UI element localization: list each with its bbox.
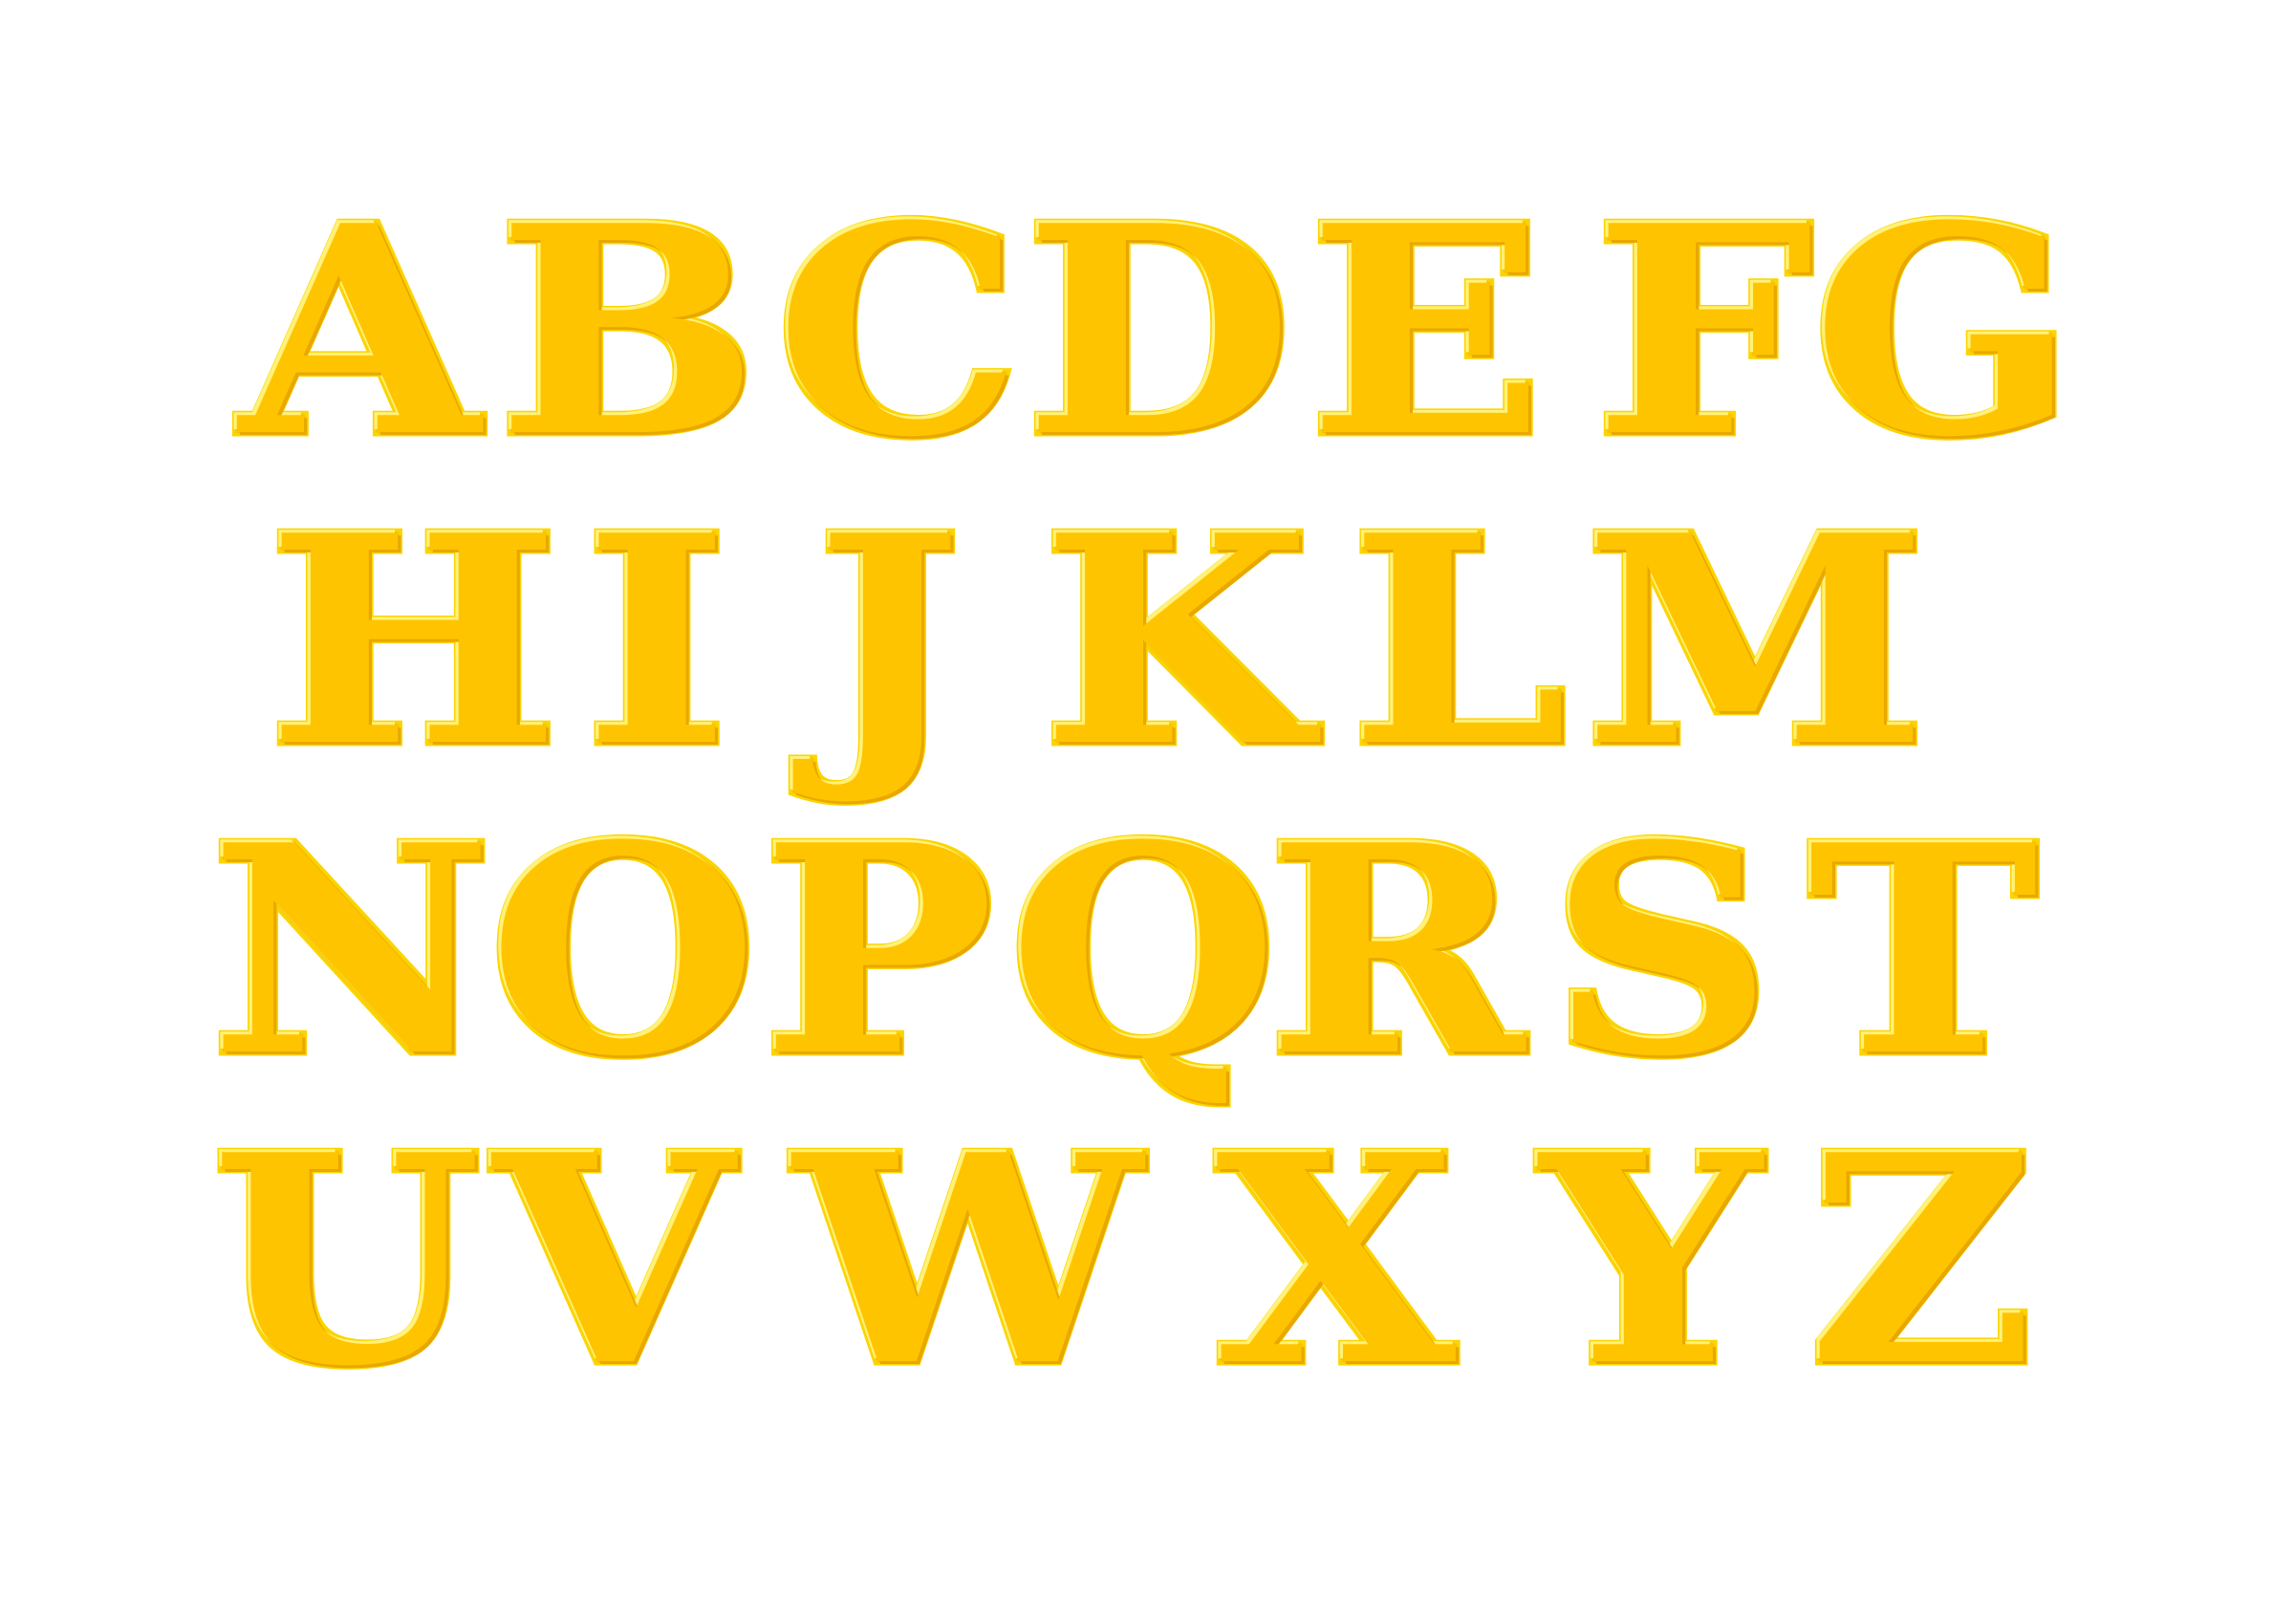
letter-m: M	[1580, 472, 1932, 810]
letter-s: S	[1545, 782, 1778, 1119]
letter-f: F	[1590, 162, 1819, 500]
letter-a: A	[234, 162, 484, 500]
letter-e: E	[1304, 162, 1549, 500]
letter-i: I	[579, 472, 733, 810]
letter-row-a-to-g: A B C D E F G	[0, 162, 2294, 500]
letter-u: U	[206, 1092, 486, 1429]
letter-k: K	[1037, 472, 1315, 810]
letter-g: G	[1807, 162, 2081, 500]
letter-t: T	[1804, 782, 2044, 1119]
letter-d: D	[1020, 162, 1298, 500]
alphabet-sheet: A B C D E F G H I J K L M N O P Q R S T …	[0, 0, 2294, 1624]
letter-b: B	[492, 162, 764, 500]
letter-r: R	[1263, 782, 1529, 1119]
letter-w: W	[790, 1092, 1147, 1429]
letter-c: C	[770, 162, 1027, 500]
letter-v: V	[488, 1092, 738, 1429]
letter-n: N	[206, 782, 498, 1119]
letter-y: Y	[1535, 1092, 1765, 1429]
letter-row-h-to-m: H I J K L M	[0, 472, 2294, 810]
letter-x: X	[1211, 1092, 1461, 1429]
letter-l: L	[1345, 472, 1572, 810]
letter-row-u-to-z: U V W X Y Z	[0, 1092, 2294, 1429]
letter-h: H	[263, 472, 565, 810]
letter-j: J	[811, 472, 966, 810]
letter-p: P	[757, 782, 999, 1119]
letter-q: Q	[1004, 782, 1283, 1119]
letter-z: Z	[1804, 1092, 2039, 1429]
letter-row-n-to-t: N O P Q R S T	[0, 782, 2294, 1119]
letter-o: O	[484, 782, 763, 1119]
